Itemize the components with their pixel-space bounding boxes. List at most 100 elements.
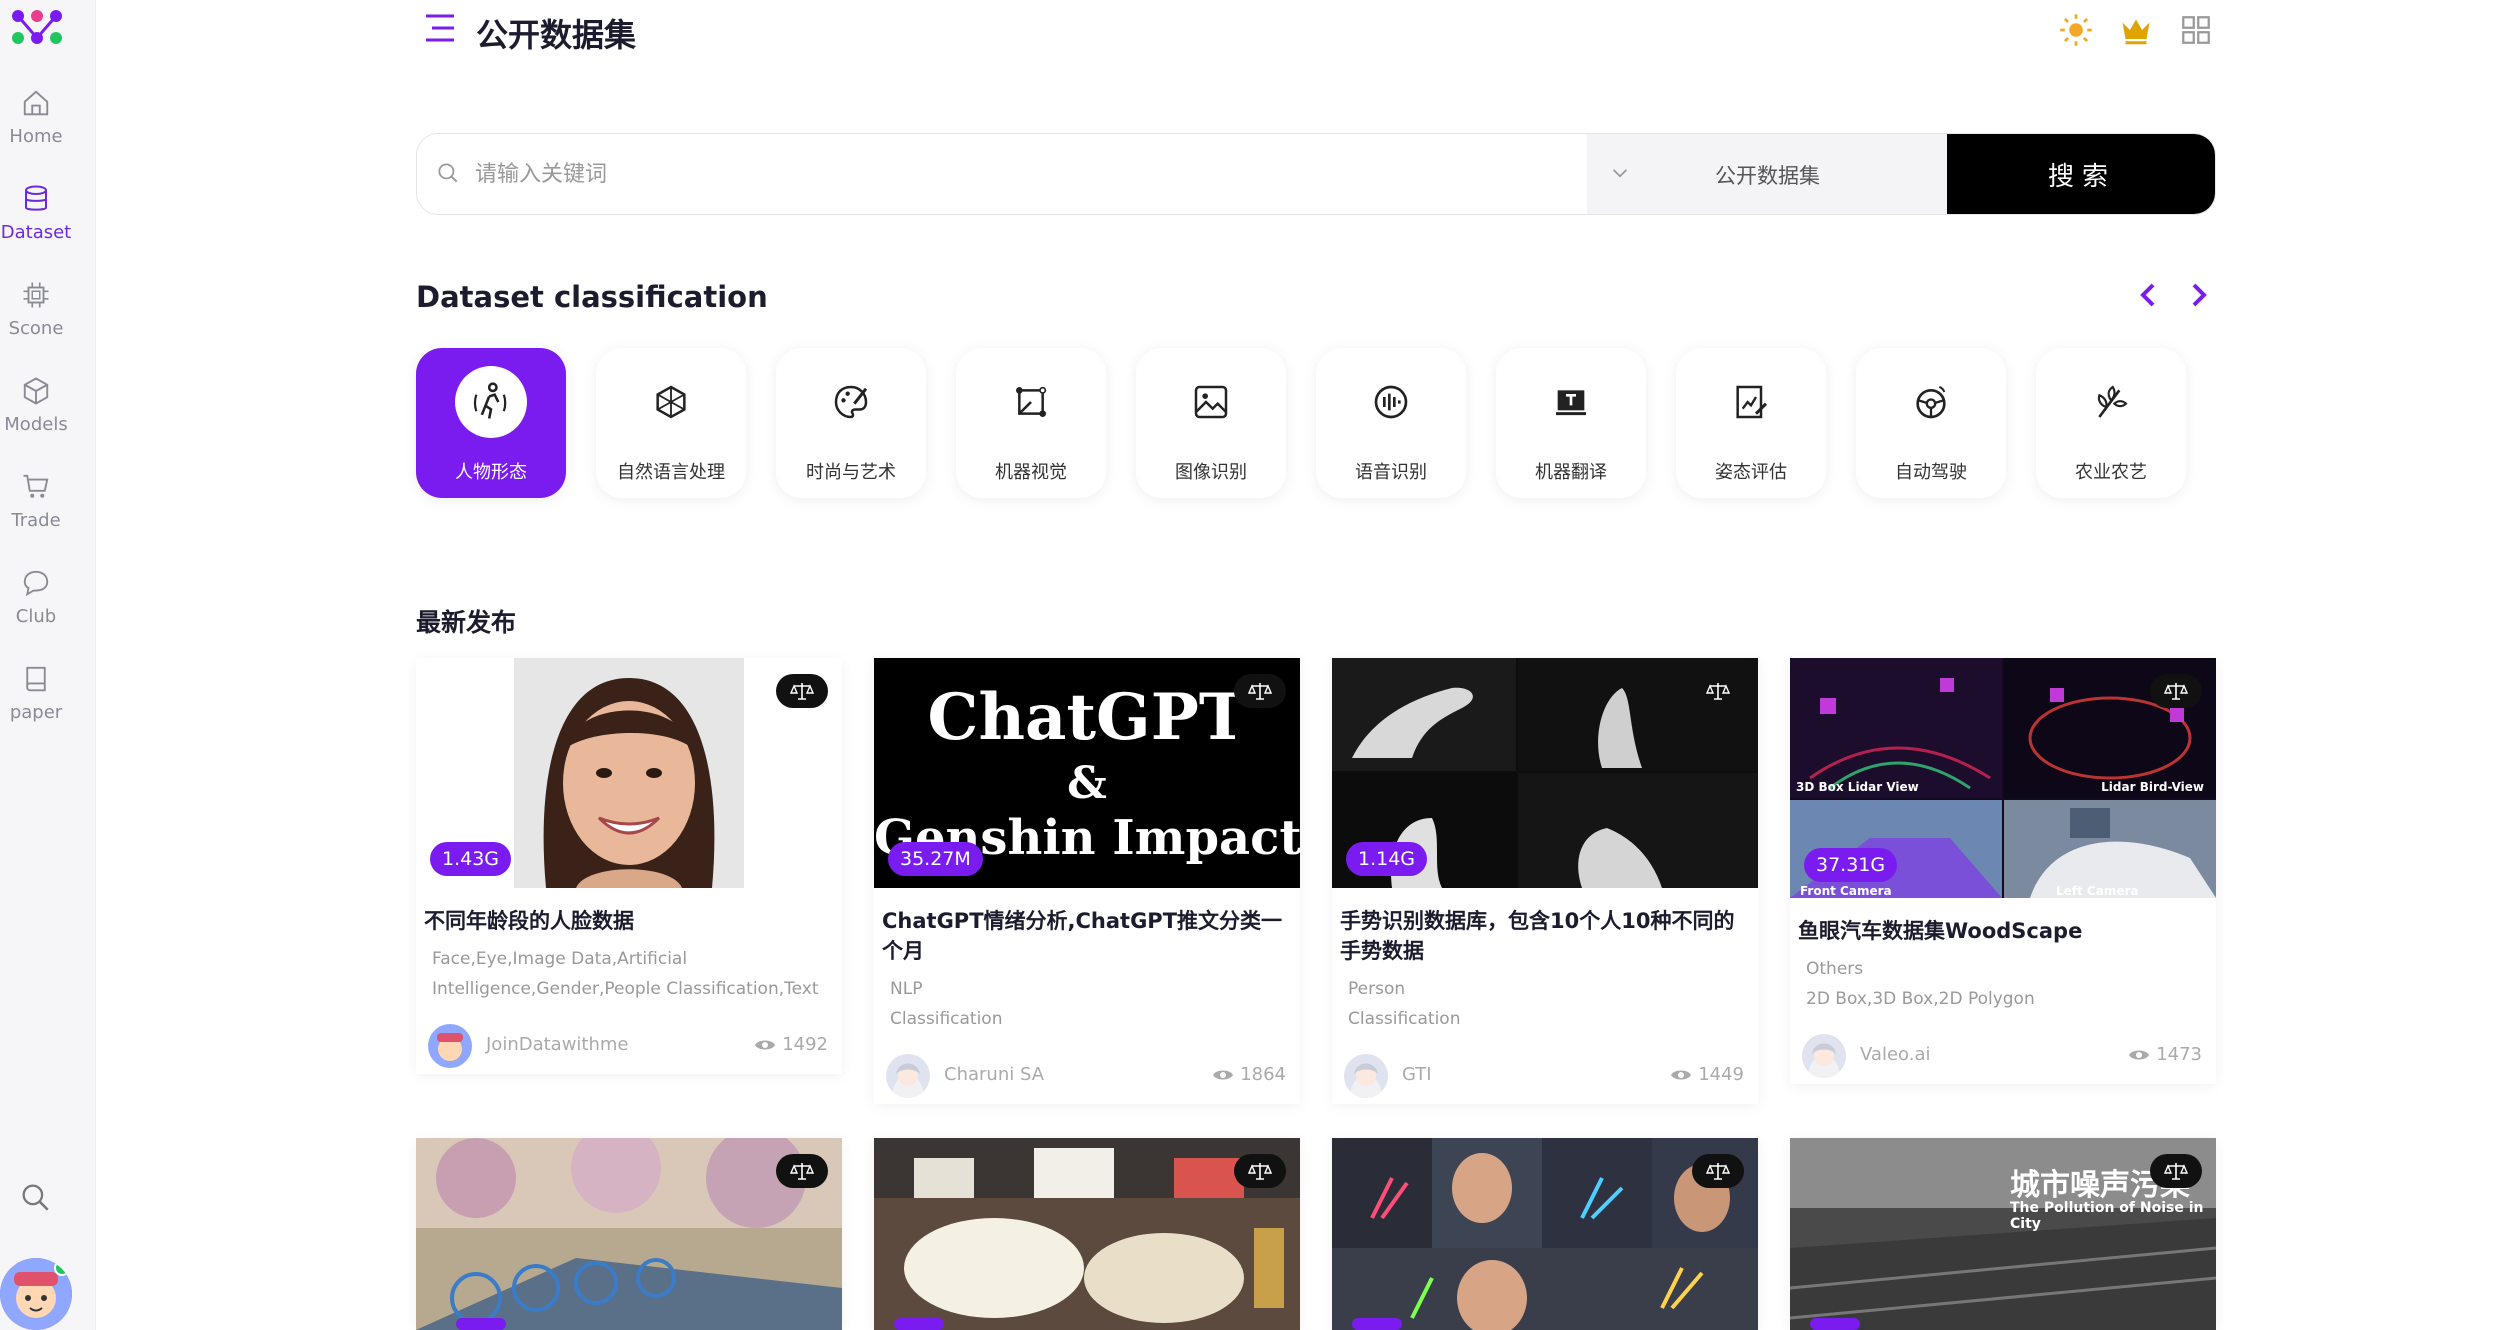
author-avatar[interactable] xyxy=(1344,1054,1388,1098)
sidebar: Home Dataset Scone Models Trade Club pap… xyxy=(0,0,96,1330)
license-badge xyxy=(1234,1154,1286,1188)
author-name[interactable]: JoinDatawithme xyxy=(486,1034,629,1055)
person-motion-icon xyxy=(473,382,507,419)
thumbnail-text-line2: & xyxy=(1067,758,1107,809)
dataset-title[interactable]: ChatGPT情绪分析,ChatGPT推文分类一个月 xyxy=(874,888,1300,966)
dataset-card[interactable]: 1.14G 手势识别数据库，包含10个人10种不同的手势数据 Person Cl… xyxy=(1332,658,1758,1104)
category-label: 姿态评估 xyxy=(1715,462,1787,483)
view-count-value: 1864 xyxy=(1240,1064,1286,1085)
category-agriculture[interactable]: 农业农艺 xyxy=(2036,348,2186,498)
search-icon[interactable] xyxy=(18,1180,52,1214)
dataset-card[interactable]: 3D Box Lidar View Lidar Bird-View Front … xyxy=(1790,658,2216,1084)
dataset-title[interactable]: 不同年龄段的人脸数据 xyxy=(416,888,842,936)
author-name[interactable]: GTI xyxy=(1402,1064,1432,1085)
category-autonomous-driving[interactable]: 自动驾驶 xyxy=(1856,348,2006,498)
author-name[interactable]: Valeo.ai xyxy=(1860,1044,1930,1065)
sun-icon[interactable] xyxy=(2058,12,2094,52)
dataset-tags: NLP Classification xyxy=(890,979,1003,1029)
license-badge xyxy=(1234,674,1286,708)
dataset-card[interactable]: ChatGPT & Genshin Impact 35.27M ChatGPT情… xyxy=(874,658,1300,1104)
category-label: 自动驾驶 xyxy=(1895,462,1967,483)
license-badge xyxy=(1692,674,1744,708)
category-fashion-art[interactable]: 时尚与艺术 xyxy=(776,348,926,498)
sidebar-item-club[interactable]: Club xyxy=(0,568,72,627)
dataset-size-badge: 35.27M xyxy=(888,842,983,876)
page-title: 公开数据集 xyxy=(476,16,637,54)
chevron-left-icon[interactable] xyxy=(2136,280,2160,314)
author-avatar[interactable] xyxy=(886,1054,930,1098)
view-count: 1492 xyxy=(754,1034,828,1055)
menu-icon[interactable] xyxy=(422,12,458,44)
dataset-title[interactable]: 手势识别数据库，包含10个人10种不同的手势数据 xyxy=(1332,888,1758,966)
view-count: 1473 xyxy=(2128,1044,2202,1065)
dataset-card[interactable] xyxy=(874,1138,1300,1330)
sidebar-item-label: Dataset xyxy=(0,222,72,243)
plant-icon xyxy=(2097,385,2128,418)
author-avatar[interactable] xyxy=(428,1024,472,1068)
license-badge xyxy=(1692,1154,1744,1188)
translate-icon xyxy=(1556,390,1586,416)
dataset-card[interactable]: 1.43G 不同年龄段的人脸数据 Face,Eye,Image Data,Art… xyxy=(416,658,842,1074)
avatar[interactable] xyxy=(0,1258,72,1330)
category-person[interactable]: 人物形态 xyxy=(416,348,566,498)
search-bar: 公开数据集 搜索 xyxy=(416,133,2216,215)
crown-icon[interactable] xyxy=(2118,12,2154,52)
category-pose-estimation[interactable]: 姿态评估 xyxy=(1676,348,1826,498)
chevron-down-icon xyxy=(1612,169,1628,178)
scale-icon xyxy=(2164,1163,2188,1180)
sidebar-item-label: paper xyxy=(9,702,63,723)
license-badge xyxy=(2150,1154,2202,1188)
sidebar-item-label: Models xyxy=(4,414,68,435)
author-avatar[interactable] xyxy=(1802,1034,1846,1078)
dataset-card[interactable] xyxy=(1332,1138,1758,1330)
dataset-card[interactable] xyxy=(416,1138,842,1330)
network-icon xyxy=(656,385,686,419)
chevron-right-icon[interactable] xyxy=(2187,280,2211,314)
logo-icon[interactable] xyxy=(6,6,68,50)
classification-title: Dataset classification xyxy=(416,280,768,314)
category-speech-recognition[interactable]: 语音识别 xyxy=(1316,348,1466,498)
online-status-dot xyxy=(54,1260,70,1276)
category-label: 农业农艺 xyxy=(2075,462,2147,483)
category-machine-vision[interactable]: 机器视觉 xyxy=(956,348,1106,498)
dataset-scope-value: 公开数据集 xyxy=(1715,164,1820,188)
grid-icon[interactable] xyxy=(2178,12,2214,52)
view-count-value: 1449 xyxy=(1698,1064,1744,1085)
vision-icon xyxy=(1016,386,1047,417)
thumbnail-label: Front Camera xyxy=(1800,884,1892,898)
chat-icon xyxy=(23,570,49,597)
sidebar-item-scone[interactable]: Scone xyxy=(0,280,72,339)
category-machine-translation[interactable]: 机器翻译 xyxy=(1496,348,1646,498)
carousel-arrows xyxy=(2136,280,2233,314)
author-name[interactable]: Charuni SA xyxy=(944,1064,1044,1085)
license-badge xyxy=(776,674,828,708)
palette-icon xyxy=(834,385,868,419)
sidebar-item-paper[interactable]: paper xyxy=(0,664,72,723)
category-label: 机器视觉 xyxy=(995,462,1067,483)
search-button[interactable]: 搜索 xyxy=(1947,134,2215,214)
dataset-card[interactable]: 城市噪声污染 The Pollution of Noise in City xyxy=(1790,1138,2216,1330)
scale-icon xyxy=(790,683,814,700)
chip-icon xyxy=(23,282,49,308)
card-footer: Valeo.ai 1473 xyxy=(1790,1024,2216,1084)
database-icon xyxy=(25,185,47,211)
image-icon xyxy=(1194,385,1228,419)
sidebar-item-models[interactable]: Models xyxy=(0,376,72,435)
scale-icon xyxy=(790,1163,814,1180)
dataset-title[interactable]: 鱼眼汽车数据集WoodScape xyxy=(1790,898,2216,946)
dataset-tags: Others 2D Box,3D Box,2D Polygon xyxy=(1806,959,2035,1009)
category-image-recognition[interactable]: 图像识别 xyxy=(1136,348,1286,498)
sidebar-item-dataset[interactable]: Dataset xyxy=(0,184,72,243)
dataset-scope-select[interactable]: 公开数据集 xyxy=(1587,134,1947,214)
category-label: 语音识别 xyxy=(1355,462,1427,483)
category-label: 自然语言处理 xyxy=(617,462,725,483)
sidebar-item-home[interactable]: Home xyxy=(0,88,72,147)
search-input[interactable] xyxy=(475,134,1575,214)
steering-wheel-icon xyxy=(1916,386,1946,419)
license-badge xyxy=(2150,674,2202,708)
card-footer: GTI 1449 xyxy=(1332,1044,1758,1104)
sidebar-item-trade[interactable]: Trade xyxy=(0,472,72,531)
dataset-size-badge: 1.14G xyxy=(1346,842,1428,876)
category-label: 机器翻译 xyxy=(1535,462,1607,483)
category-nlp[interactable]: 自然语言处理 xyxy=(596,348,746,498)
